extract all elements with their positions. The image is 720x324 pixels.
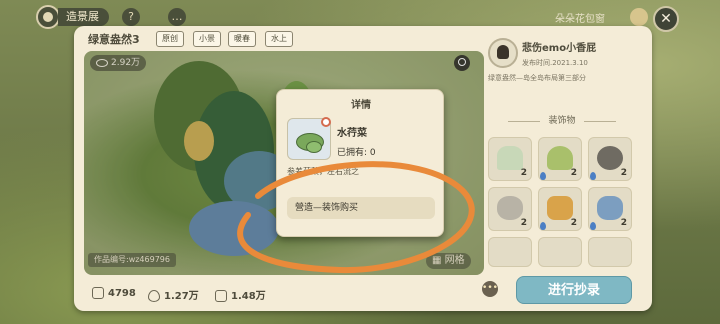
owned-count: 已拥有: 0 — [337, 148, 376, 158]
close-button[interactable]: ✕ — [653, 6, 679, 32]
fern-bush-icon — [547, 146, 573, 170]
series-name: 绿意盎然—岛全岛布局第三部分 — [488, 74, 586, 82]
coin-icon — [630, 8, 648, 26]
water-drop-icon — [540, 222, 546, 230]
topbar-title: 造景展 — [58, 8, 109, 26]
avatar[interactable] — [488, 38, 518, 68]
chat-icon[interactable]: … — [168, 8, 186, 26]
decorations-header: 装饰物 — [486, 115, 638, 127]
proceed-copy-button[interactable]: 进行抄录 — [516, 276, 632, 304]
item-count: 2 — [520, 218, 527, 228]
drop-icon — [148, 290, 160, 302]
tag: 原创 — [156, 31, 184, 47]
item-count: 2 — [620, 168, 627, 178]
water-drop-icon — [540, 172, 546, 180]
copies-stat: 1.48万 — [215, 287, 266, 302]
item-count: 2 — [520, 168, 527, 178]
source-button[interactable]: 營造—装饰购买 — [287, 197, 435, 219]
more-button[interactable]: ••• — [482, 281, 498, 297]
blue-shrub-icon — [597, 196, 623, 220]
magnify-icon[interactable] — [321, 117, 331, 127]
flower-patch-icon — [547, 196, 573, 220]
item-name: 水荇菜 — [337, 128, 367, 139]
water-drop-icon — [590, 222, 596, 230]
dialog-title: 详情 — [351, 100, 371, 111]
item-count: 2 — [620, 218, 627, 228]
water-drop-icon — [590, 172, 596, 180]
item-description: 参差荇菜，左右流之 — [287, 167, 359, 176]
tag: 暖春 — [228, 31, 256, 47]
decoration-item[interactable] — [588, 237, 632, 267]
stone-pile-icon — [497, 196, 523, 220]
likes-stat: 4798 — [92, 287, 136, 299]
decoration-item[interactable] — [488, 237, 532, 267]
drops-stat: 1.27万 — [148, 287, 199, 302]
decoration-item[interactable]: 2 — [488, 137, 532, 181]
home-icon[interactable] — [36, 5, 60, 29]
drops-count: 1.27万 — [164, 291, 199, 302]
help-icon[interactable]: ? — [122, 8, 140, 26]
copies-count: 1.48万 — [231, 291, 266, 302]
reed-grass-icon — [497, 146, 523, 170]
detail-dialog: 详情 水荇菜 已拥有: 0 参差荇菜，左右流之 營造—装饰购买 — [276, 89, 444, 237]
decoration-item[interactable]: 2 — [488, 187, 532, 231]
copy-icon — [215, 290, 227, 302]
item-count: 2 — [570, 218, 577, 228]
likes-count: 4798 — [108, 288, 136, 299]
tag: 小景 — [193, 31, 221, 47]
author-name: 悲伤emo小香屁 — [522, 43, 597, 54]
topbar-right-label: 朵朵花包窗 — [555, 14, 605, 25]
tag: 水上 — [265, 31, 293, 47]
lily-pad-icon — [306, 141, 322, 153]
item-count: 2 — [570, 168, 577, 178]
decoration-item[interactable] — [538, 237, 582, 267]
likes-icon — [92, 287, 104, 299]
publish-time: 发布时间.2021.3.10 — [522, 59, 588, 67]
design-title: 绿意盎然3 — [88, 33, 140, 46]
rock-cluster-icon — [597, 146, 623, 170]
